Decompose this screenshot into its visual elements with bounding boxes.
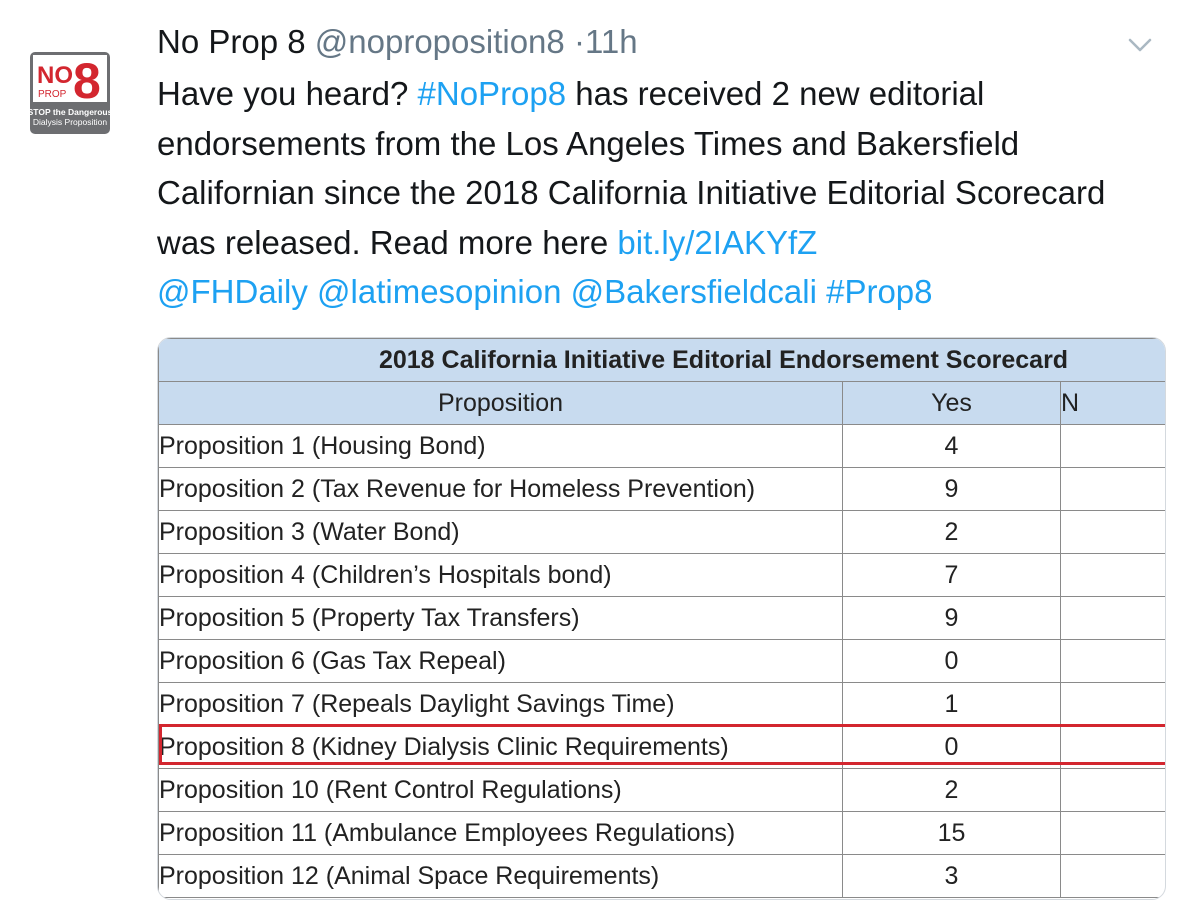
row-yes-count: 1 xyxy=(842,682,1061,726)
row-yes-count: 2 xyxy=(842,510,1061,554)
row-proposition-name: Proposition 5 (Property Tax Transfers) xyxy=(158,596,843,640)
chevron-down-icon[interactable] xyxy=(1125,30,1155,60)
row-proposition-name: Proposition 2 (Tax Revenue for Homeless … xyxy=(158,467,843,511)
row-yes-count: 15 xyxy=(842,811,1061,855)
row-no-count xyxy=(1059,424,1165,468)
column-header-yes: Yes xyxy=(842,381,1061,425)
table-row: Proposition 1 (Housing Bond) 4 xyxy=(158,424,1165,468)
table-row: Proposition 4 (Children’s Hospitals bond… xyxy=(158,553,1165,597)
row-no-count xyxy=(1059,639,1165,683)
row-no-count xyxy=(1059,596,1165,640)
mention-latimesopinion[interactable]: @latimesopinion xyxy=(317,273,561,310)
tweet-text: Have you heard? #NoProp8 has received 2 … xyxy=(157,69,1147,317)
row-proposition-name: Proposition 12 (Animal Space Requirement… xyxy=(158,854,843,898)
tweet-text-part-1: Have you heard? xyxy=(157,75,418,112)
mention-bakersfieldcali[interactable]: @Bakersfieldcali xyxy=(571,273,817,310)
table-row: Proposition 2 (Tax Revenue for Homeless … xyxy=(158,467,1165,511)
scorecard-table: 2018 California Initiative Editorial End… xyxy=(158,338,1165,898)
tweet-timestamp[interactable]: 11h xyxy=(585,23,638,60)
table-row: Proposition 6 (Gas Tax Repeal) 0 xyxy=(158,639,1165,683)
short-link[interactable]: bit.ly/2IAKYfZ xyxy=(617,224,817,261)
row-no-count xyxy=(1059,682,1165,726)
row-no-count xyxy=(1059,725,1165,769)
mention-fhdaily[interactable]: @FHDaily xyxy=(157,273,308,310)
table-row: Proposition 7 (Repeals Daylight Savings … xyxy=(158,682,1165,726)
row-no-count xyxy=(1059,467,1165,511)
row-proposition-name: Proposition 7 (Repeals Daylight Savings … xyxy=(158,682,843,726)
row-proposition-name: Proposition 8 (Kidney Dialysis Clinic Re… xyxy=(158,725,843,769)
row-no-count xyxy=(1059,553,1165,597)
row-proposition-name: Proposition 11 (Ambulance Employees Regu… xyxy=(158,811,843,855)
display-name[interactable]: No Prop 8 xyxy=(157,23,306,60)
table-row: Proposition 11 (Ambulance Employees Regu… xyxy=(158,811,1165,855)
row-yes-count: 9 xyxy=(842,596,1061,640)
logo-stop-line-2: Dialysis Proposition xyxy=(33,117,107,127)
row-no-count xyxy=(1059,768,1165,812)
tweet-header: No Prop 8 @noproposition8 ·11h xyxy=(157,22,638,62)
avatar-no-prop-8-logo[interactable]: NO PROP 8 STOP the Dangerous Dialysis Pr… xyxy=(30,52,110,134)
table-row: Proposition 5 (Property Tax Transfers) 9 xyxy=(158,596,1165,640)
hashtag-noprop8[interactable]: #NoProp8 xyxy=(418,75,567,112)
scorecard-title: 2018 California Initiative Editorial End… xyxy=(158,338,1165,382)
row-yes-count: 2 xyxy=(842,768,1061,812)
logo-8-text: 8 xyxy=(73,53,101,109)
row-yes-count: 4 xyxy=(842,424,1061,468)
row-no-count xyxy=(1059,854,1165,898)
table-row: Proposition 10 (Rent Control Regulations… xyxy=(158,768,1165,812)
user-handle[interactable]: @noproposition8 xyxy=(315,23,565,60)
row-proposition-name: Proposition 10 (Rent Control Regulations… xyxy=(158,768,843,812)
logo-prop-text: PROP xyxy=(38,89,67,100)
table-row-highlighted: Proposition 8 (Kidney Dialysis Clinic Re… xyxy=(158,725,1165,769)
row-yes-count: 7 xyxy=(842,553,1061,597)
tweet-image-scorecard[interactable]: 2018 California Initiative Editorial End… xyxy=(157,337,1166,900)
row-proposition-name: Proposition 6 (Gas Tax Repeal) xyxy=(158,639,843,683)
row-no-count xyxy=(1059,811,1165,855)
logo-stop-line-1: STOP the Dangerous xyxy=(30,107,110,117)
table-row: Proposition 3 (Water Bond) 2 xyxy=(158,510,1165,554)
column-header-proposition: Proposition xyxy=(158,381,843,425)
separator-dot: · xyxy=(573,23,585,60)
row-proposition-name: Proposition 3 (Water Bond) xyxy=(158,510,843,554)
row-no-count xyxy=(1059,510,1165,554)
row-yes-count: 3 xyxy=(842,854,1061,898)
row-proposition-name: Proposition 4 (Children’s Hospitals bond… xyxy=(158,553,843,597)
column-header-no: N xyxy=(1059,381,1165,425)
row-yes-count: 9 xyxy=(842,467,1061,511)
logo-no-text: NO xyxy=(37,62,73,89)
row-proposition-name: Proposition 1 (Housing Bond) xyxy=(158,424,843,468)
table-row: Proposition 12 (Animal Space Requirement… xyxy=(158,854,1165,898)
row-yes-count: 0 xyxy=(842,639,1061,683)
hashtag-prop8[interactable]: #Prop8 xyxy=(826,273,932,310)
row-yes-count: 0 xyxy=(842,725,1061,769)
